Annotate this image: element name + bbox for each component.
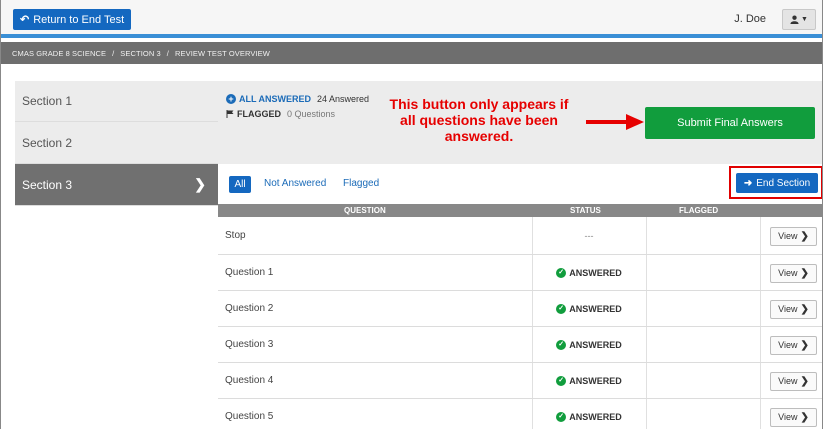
check-circle-icon: ✓ xyxy=(556,303,567,314)
view-button[interactable]: View ❯ xyxy=(770,335,817,355)
user-name: J. Doe xyxy=(734,13,766,25)
status-cell: ✓ ANSWERED xyxy=(532,363,646,398)
table-row: Question 5 ✓ ANSWERED View ❯ xyxy=(218,399,822,429)
answered-count: 24 Answered xyxy=(317,94,370,104)
question-cell: Question 1 xyxy=(225,267,274,278)
sidebar-item-label: Section 2 xyxy=(22,135,73,150)
breadcrumb-separator: / xyxy=(112,48,115,58)
top-bar: ↶ Return to End Test J. Doe ▼ xyxy=(1,0,822,38)
view-button[interactable]: View ❯ xyxy=(770,263,817,283)
table-row: Question 4 ✓ ANSWERED View ❯ xyxy=(218,363,822,399)
return-arrow-icon: ↶ xyxy=(20,14,30,26)
check-circle-icon: ✓ xyxy=(556,375,567,386)
header-question: QUESTION xyxy=(344,206,386,215)
status-text: --- xyxy=(584,230,594,241)
end-section-label: End Section xyxy=(756,177,811,189)
breadcrumb: CMAS GRADE 8 SCIENCE / SECTION 3 / REVIE… xyxy=(1,42,822,64)
status-text: ANSWERED xyxy=(569,339,622,350)
end-section-button[interactable]: ➜ End Section xyxy=(736,173,818,193)
view-button[interactable]: View ❯ xyxy=(770,226,817,246)
view-button[interactable]: View ❯ xyxy=(770,299,817,319)
filter-flagged-link[interactable]: Flagged xyxy=(343,178,379,189)
annotation-arrow-icon xyxy=(586,114,644,130)
filter-bar: All Not Answered Flagged ➜ End Section xyxy=(218,164,822,204)
filter-all-label: All xyxy=(234,179,246,190)
sidebar-item-label: Section 3 xyxy=(22,177,73,192)
check-circle-icon: ✓ xyxy=(556,267,567,278)
view-button[interactable]: View ❯ xyxy=(770,407,817,427)
breadcrumb-item-section: SECTION 3 xyxy=(120,48,161,58)
status-cell: ✓ ANSWERED xyxy=(532,291,646,326)
chevron-right-icon: ❯ xyxy=(800,303,809,315)
breadcrumb-item-test: CMAS GRADE 8 SCIENCE xyxy=(12,48,107,58)
all-answered-label: ALL ANSWERED xyxy=(239,94,311,104)
header-flagged: FLAGGED xyxy=(679,206,719,215)
sidebar-item-section-3[interactable]: Section 3 ❯ xyxy=(15,164,218,206)
status-cell: ✓ ANSWERED xyxy=(532,255,646,290)
check-circle-icon: ✓ xyxy=(556,411,567,422)
submit-label: Submit Final Answers xyxy=(677,117,783,129)
flagged-count: 0 Questions xyxy=(287,109,336,119)
annotation-note: This button only appears if all question… xyxy=(389,96,569,144)
question-cell: Question 5 xyxy=(225,411,274,422)
return-label: Return to End Test xyxy=(33,13,125,26)
table-row: Question 2 ✓ ANSWERED View ❯ xyxy=(218,291,822,327)
arrow-right-icon: ➜ xyxy=(743,177,753,189)
chevron-right-icon: ❯ xyxy=(800,230,809,242)
view-label: View xyxy=(778,412,798,422)
table-row: Question 3 ✓ ANSWERED View ❯ xyxy=(218,327,822,363)
status-text: ANSWERED xyxy=(569,375,622,386)
breadcrumb-item-overview: REVIEW TEST OVERVIEW xyxy=(174,48,270,58)
status-text: ANSWERED xyxy=(569,303,622,314)
question-cell: Question 2 xyxy=(225,303,274,314)
view-label: View xyxy=(778,340,798,350)
user-icon xyxy=(790,15,799,24)
caret-down-icon: ▼ xyxy=(801,16,808,23)
chevron-right-icon: ❯ xyxy=(800,267,809,279)
question-cell: Question 4 xyxy=(225,375,274,386)
view-label: View xyxy=(778,231,798,241)
filter-not-answered-link[interactable]: Not Answered xyxy=(264,178,326,189)
status-cell: --- xyxy=(532,217,646,254)
sidebar-item-label: Section 1 xyxy=(22,94,73,108)
question-table: Stop --- View ❯ Question 1 ✓ ANSWERED Vi… xyxy=(218,217,822,429)
end-section-highlight-box: ➜ End Section xyxy=(729,166,822,199)
flag-icon xyxy=(226,110,234,118)
question-cell: Stop xyxy=(225,230,246,241)
header-status: STATUS xyxy=(570,206,601,215)
app-frame: ↶ Return to End Test J. Doe ▼ CMAS GRADE… xyxy=(0,0,823,429)
user-menu-button[interactable]: ▼ xyxy=(782,9,816,30)
question-cell: Question 3 xyxy=(225,339,274,350)
flagged-status: FLAGGED 0 Questions xyxy=(226,109,335,119)
view-label: View xyxy=(778,304,798,314)
status-text: ANSWERED xyxy=(569,411,622,422)
view-label: View xyxy=(778,376,798,386)
view-label: View xyxy=(778,268,798,278)
table-row: Question 1 ✓ ANSWERED View ❯ xyxy=(218,255,822,291)
table-header: QUESTION STATUS FLAGGED xyxy=(218,204,822,217)
status-text: ANSWERED xyxy=(569,267,622,278)
chevron-right-icon: ❯ xyxy=(800,339,809,351)
sidebar-item-section-2[interactable]: Section 2 xyxy=(15,122,218,164)
status-cell: ✓ ANSWERED xyxy=(532,399,646,429)
section-sidebar: Section 1 Section 2 Section 3 ❯ xyxy=(15,81,218,206)
flagged-label: FLAGGED xyxy=(237,109,281,119)
table-row-stop: Stop --- View ❯ xyxy=(218,217,822,255)
check-circle-icon: ✓ xyxy=(556,339,567,350)
chevron-right-icon: ❯ xyxy=(194,176,206,192)
plus-circle-icon: + xyxy=(226,94,236,104)
all-answered-status: + ALL ANSWERED 24 Answered xyxy=(226,94,369,104)
status-cell: ✓ ANSWERED xyxy=(532,327,646,362)
view-button[interactable]: View ❯ xyxy=(770,371,817,391)
return-to-end-test-button[interactable]: ↶ Return to End Test xyxy=(13,9,132,30)
chevron-right-icon: ❯ xyxy=(800,375,809,387)
submit-final-answers-button[interactable]: Submit Final Answers xyxy=(645,107,815,139)
breadcrumb-separator: / xyxy=(166,48,169,58)
sidebar-item-section-1[interactable]: Section 1 xyxy=(15,81,218,122)
filter-all-button[interactable]: All xyxy=(229,176,251,193)
summary-panel: + ALL ANSWERED 24 Answered FLAGGED 0 Que… xyxy=(218,81,822,164)
chevron-right-icon: ❯ xyxy=(800,411,809,423)
